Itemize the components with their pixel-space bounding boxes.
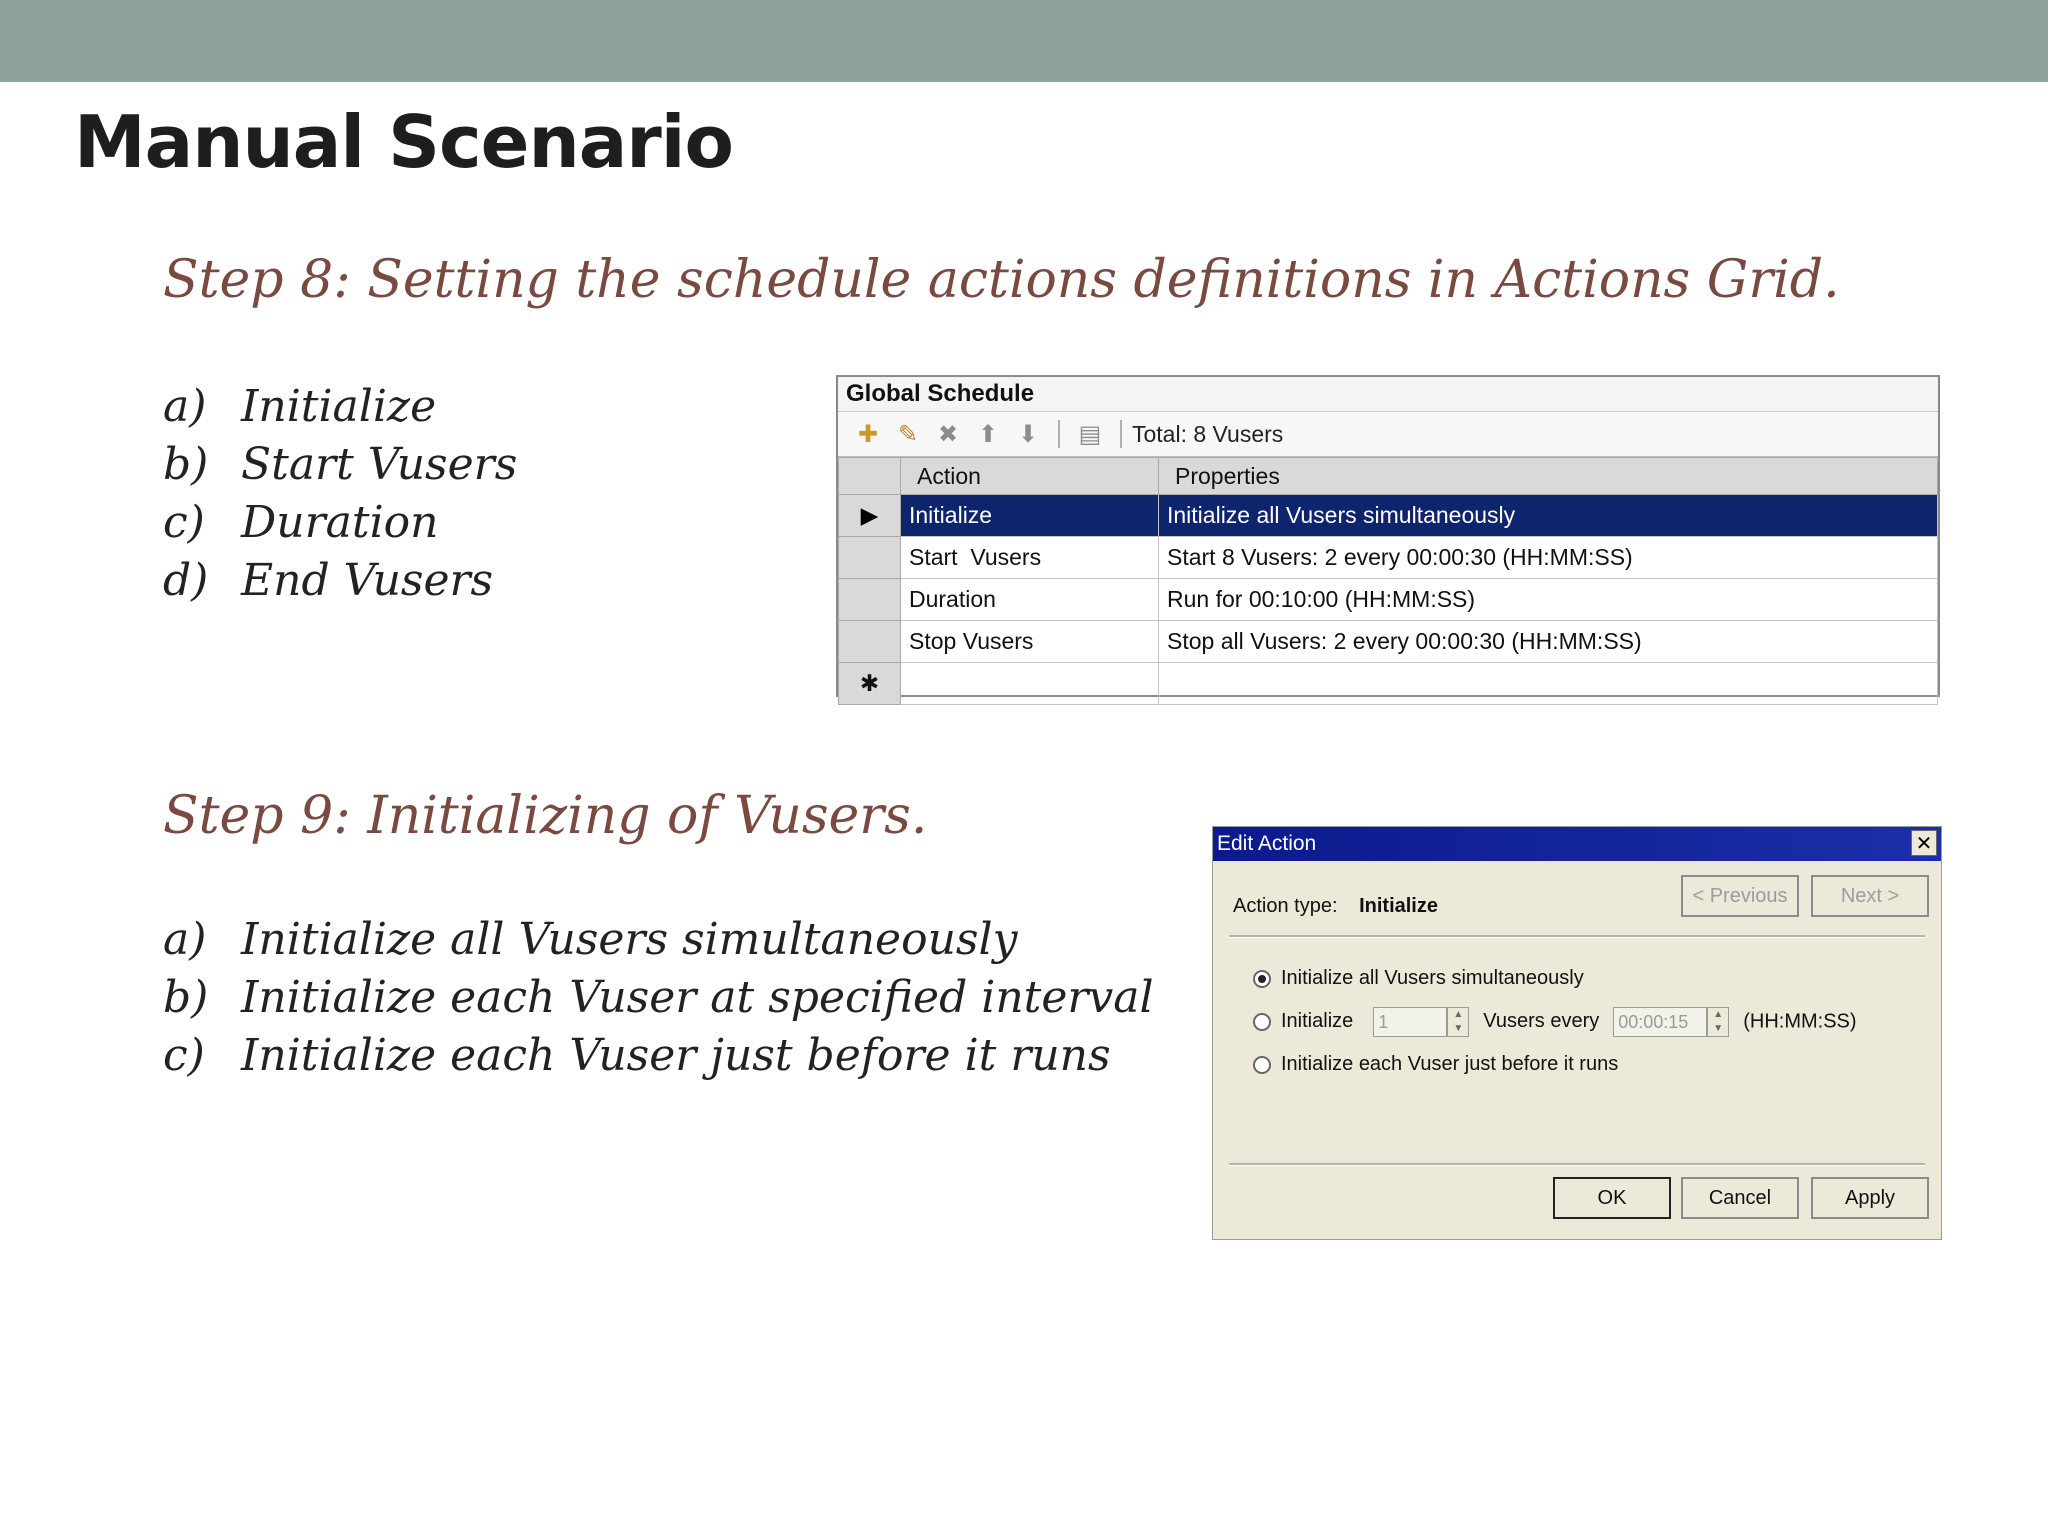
new-row-indicator: ✱ (838, 662, 901, 705)
table-row[interactable]: Duration Run for 00:10:00 (HH:MM:SS) (838, 578, 1938, 621)
dialog-title: Edit Action (1217, 832, 1317, 855)
top-accent-bar (0, 0, 2048, 82)
action-cell[interactable]: Start Vusers (900, 536, 1159, 579)
ok-button[interactable]: OK (1553, 1177, 1671, 1219)
new-row[interactable]: ✱ (838, 662, 1938, 705)
action-cell[interactable] (900, 662, 1159, 705)
list-item: a) Initialize all Vusers simultaneously (163, 914, 1018, 965)
table-row[interactable]: Stop Vusers Stop all Vusers: 2 every 00:… (838, 620, 1938, 663)
edit-action-dialog: Edit Action ✕ Action type: Initialize < … (1212, 826, 1942, 1240)
delete-action-icon[interactable]: ✖ (928, 420, 968, 449)
action-cell[interactable]: Stop Vusers (900, 620, 1159, 663)
copy-icon[interactable]: ▤ (1070, 420, 1110, 449)
properties-cell[interactable]: Initialize all Vusers simultaneously (1158, 494, 1938, 537)
toolbar-separator (1120, 420, 1122, 448)
list-item: a) Initialize (163, 381, 437, 432)
action-cell[interactable]: Duration (900, 578, 1159, 621)
column-header-action[interactable]: Action (900, 457, 1159, 495)
properties-cell[interactable]: Run for 00:10:00 (HH:MM:SS) (1158, 578, 1938, 621)
option-initialize-before-run[interactable]: Initialize each Vuser just before it run… (1253, 1053, 1618, 1076)
table-row[interactable]: Start Vusers Start 8 Vusers: 2 every 00:… (838, 536, 1938, 579)
global-schedule-title: Global Schedule (838, 377, 1938, 412)
action-type-label: Action type: (1233, 895, 1338, 917)
option-initialize-all[interactable]: Initialize all Vusers simultaneously (1253, 967, 1584, 990)
grid-header-row: Action Properties (838, 457, 1938, 495)
properties-cell[interactable]: Stop all Vusers: 2 every 00:00:30 (HH:MM… (1158, 620, 1938, 663)
dialog-titlebar: Edit Action ✕ (1213, 827, 1941, 861)
properties-cell[interactable] (1158, 662, 1938, 705)
step9-list: a) Initialize all Vusers simultaneously b… (163, 911, 1154, 1085)
radio-icon[interactable] (1253, 1013, 1271, 1031)
list-item: d) End Vusers (163, 555, 494, 606)
total-vusers-label: Total: 8 Vusers (1132, 420, 1284, 447)
divider (1229, 1163, 1925, 1166)
close-icon[interactable]: ✕ (1911, 830, 1937, 856)
list-item: c) Initialize each Vuser just before it r… (163, 1030, 1111, 1081)
selected-row-indicator: ▶ (838, 494, 901, 537)
list-item: c) Duration (163, 497, 439, 548)
apply-button[interactable]: Apply (1811, 1177, 1929, 1219)
move-up-icon[interactable]: ⬆ (968, 420, 1008, 449)
table-row[interactable]: ▶ Initialize Initialize all Vusers simul… (838, 494, 1938, 537)
next-button[interactable]: Next > (1811, 875, 1929, 917)
interval-input[interactable]: 00:00:15 (1613, 1007, 1708, 1037)
divider (1229, 935, 1925, 938)
step8-list: a) Initialize b) Start Vusers c) Duration d… (163, 378, 517, 610)
list-item: b) Start Vusers (163, 439, 518, 490)
move-down-icon[interactable]: ⬇ (1008, 420, 1048, 449)
cancel-button[interactable]: Cancel (1681, 1177, 1799, 1219)
action-cell[interactable]: Initialize (900, 494, 1159, 537)
spinner-icon[interactable]: ▲ ▼ (1447, 1007, 1470, 1037)
column-header-properties[interactable]: Properties (1158, 457, 1938, 495)
row-header-corner (838, 457, 901, 495)
properties-cell[interactable]: Start 8 Vusers: 2 every 00:00:30 (HH:MM:… (1158, 536, 1938, 579)
option-initialize-interval[interactable]: Initialize 1 ▲ ▼ Vusers every 00:00:15 ▲ ▼ (HH:M… (1253, 1007, 1857, 1037)
vuser-count-input[interactable]: 1 (1373, 1007, 1448, 1037)
radio-selected-icon[interactable] (1253, 969, 1271, 988)
row-header (838, 620, 901, 663)
row-header (838, 536, 901, 579)
global-schedule-toolbar: ✚ ✎ ✖ ⬆ ⬇ ▤ Total: 8 Vusers (838, 412, 1938, 457)
row-header (838, 578, 901, 621)
new-action-icon[interactable]: ✚ (848, 420, 888, 449)
action-type-value: Initialize (1359, 895, 1438, 917)
step8-heading: Step 8: Setting the schedule actions def… (163, 250, 1840, 310)
actions-grid: Action Properties ▶ Initialize Initializ… (838, 457, 1938, 705)
spinner-icon[interactable]: ▲ ▼ (1707, 1007, 1730, 1037)
edit-action-icon[interactable]: ✎ (888, 420, 928, 449)
toolbar-separator (1058, 420, 1060, 448)
step9-heading: Step 9: Initializing of Vusers. (163, 786, 928, 846)
previous-button[interactable]: < Previous (1681, 875, 1799, 917)
radio-icon[interactable] (1253, 1055, 1271, 1074)
list-item: b) Initialize each Vuser at specified int… (163, 972, 1154, 1023)
action-type-row: Action type: Initialize (1233, 895, 1438, 918)
slide-title: Manual Scenario (74, 100, 734, 184)
global-schedule-panel: Global Schedule ✚ ✎ ✖ ⬆ ⬇ ▤ Total: 8 Vus… (836, 375, 1940, 705)
